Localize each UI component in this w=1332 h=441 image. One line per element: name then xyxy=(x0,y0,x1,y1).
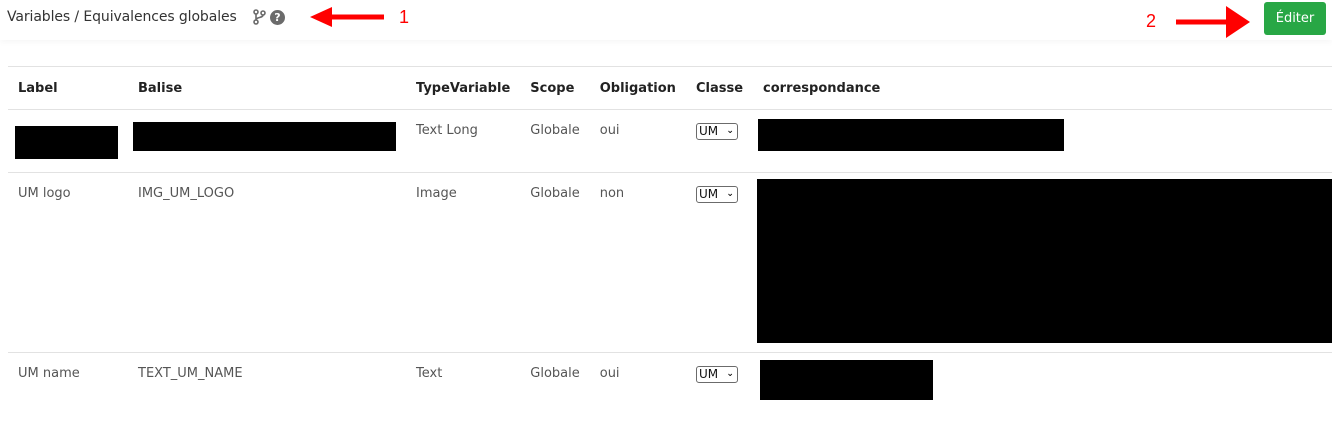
chevron-down-icon: ⌄ xyxy=(726,126,734,136)
table-row: UM name TEXT_UM_NAME Text Globale oui UM… xyxy=(8,353,1332,401)
page-header: Variables / Equivalences globales ? 1 2 … xyxy=(0,0,1332,40)
annotation-arrow-left xyxy=(310,7,384,27)
chevron-down-icon: ⌄ xyxy=(726,369,734,379)
annotation-arrow-right xyxy=(1176,6,1250,38)
table-row: Text Long Globale oui UM ⌄ xyxy=(8,109,1332,173)
cell-classe: UM ⌄ xyxy=(686,353,753,401)
col-balise[interactable]: Balise xyxy=(128,66,406,110)
cell-classe: UM ⌄ xyxy=(685,109,754,173)
cell-balise: TEXT_UM_NAME xyxy=(138,366,243,381)
chevron-down-icon: ⌄ xyxy=(726,189,734,199)
col-obligation[interactable]: Obligation xyxy=(589,66,686,110)
classe-select[interactable]: UM ⌄ xyxy=(695,123,738,140)
col-correspondance[interactable]: correspondance xyxy=(753,66,1332,110)
cell-scope: Globale xyxy=(520,172,590,353)
classe-select-value: UM xyxy=(698,187,719,201)
cell-label xyxy=(8,109,128,173)
redacted-balise xyxy=(133,122,396,151)
cell-label: UM name xyxy=(18,366,80,381)
col-label[interactable]: Label xyxy=(8,66,128,110)
cell-obligation: oui xyxy=(589,109,686,173)
redacted-logo-image xyxy=(757,179,1332,343)
cell-type: Image xyxy=(406,172,521,353)
variables-table: Label Balise TypeVariable Scope Obligati… xyxy=(8,66,1332,401)
branch-icon[interactable] xyxy=(253,9,266,25)
table-header-row: Label Balise TypeVariable Scope Obligati… xyxy=(8,66,1332,110)
col-scope[interactable]: Scope xyxy=(520,66,590,110)
cell-classe: UM ⌄ xyxy=(685,172,754,353)
cell-type: Text xyxy=(416,366,443,381)
col-classe[interactable]: Classe xyxy=(685,66,754,110)
cell-scope: Globale xyxy=(520,109,590,173)
cell-obligation: non xyxy=(589,172,686,353)
cell-balise xyxy=(128,109,406,173)
annotation-number-2: 2 xyxy=(1146,11,1157,31)
classe-select-value: UM xyxy=(698,124,719,138)
redacted-label xyxy=(15,126,118,159)
page-title: Variables / Equivalences globales xyxy=(7,9,237,25)
redacted-correspondance xyxy=(758,119,1065,151)
cell-scope: Globale xyxy=(530,366,580,381)
redacted-correspondance xyxy=(760,360,934,400)
col-typevariable[interactable]: TypeVariable xyxy=(406,66,521,110)
cell-correspondance xyxy=(753,353,1332,401)
cell-label: UM logo xyxy=(8,172,128,353)
classe-select-value: UM xyxy=(698,367,719,381)
cell-correspondance xyxy=(753,172,1332,353)
classe-select[interactable]: UM ⌄ xyxy=(695,186,738,203)
help-icon[interactable]: ? xyxy=(270,10,285,25)
edit-button[interactable]: Éditer xyxy=(1264,2,1326,35)
cell-type: Text Long xyxy=(406,109,521,173)
annotation-number-1: 1 xyxy=(399,7,410,27)
cell-correspondance xyxy=(753,109,1332,173)
table-row: UM logo IMG_UM_LOGO Image Globale non UM… xyxy=(8,172,1332,353)
cell-balise: IMG_UM_LOGO xyxy=(128,172,406,353)
cell-obligation: oui xyxy=(599,366,620,381)
classe-select[interactable]: UM ⌄ xyxy=(695,366,738,383)
